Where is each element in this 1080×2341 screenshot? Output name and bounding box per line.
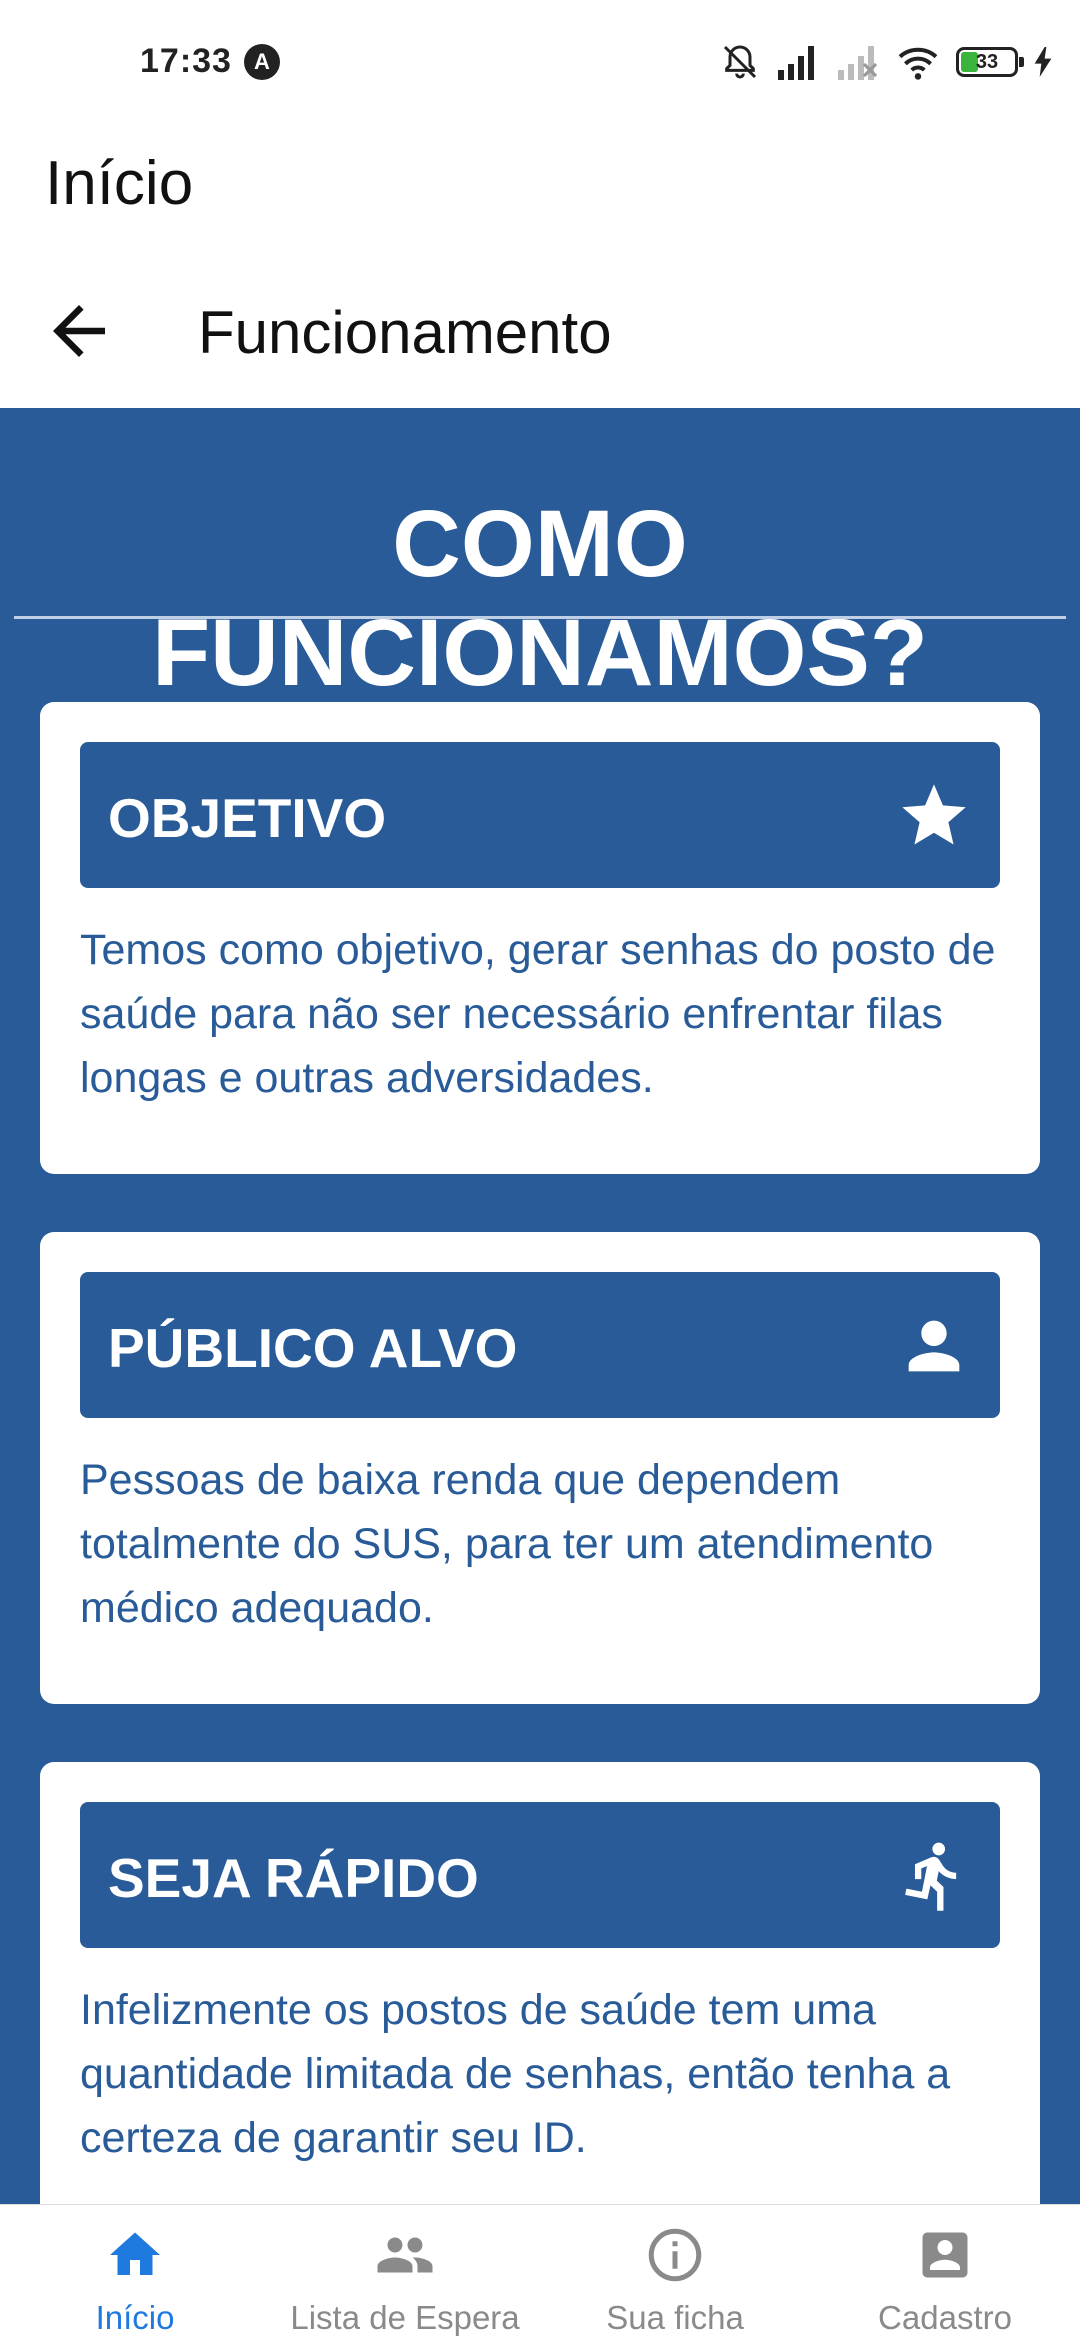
account-box-icon [922,2232,968,2278]
battery-icon: 33 [956,47,1024,77]
card-title: SEJA RÁPIDO [108,1847,479,1909]
card-text: Temos como objetivo, gerar senhas do pos… [80,926,996,1102]
battery-level: 33 [975,51,999,73]
card-text: Pessoas de baixa renda que dependem tota… [80,1456,934,1632]
info-icon [648,2228,702,2282]
tab-inicio[interactable]: Início [0,2205,270,2341]
person-icon [908,1320,960,1372]
wifi-icon [898,47,938,80]
tab-label: Lista de Espera [290,2299,520,2336]
home-icon [110,2232,160,2275]
card-seja-rapido: SEJA RÁPIDO Infelizmente os postos de sa… [40,1762,1040,2204]
status-icons: 33 [720,40,1052,84]
signal-no-service-icon [838,46,878,80]
running-person-icon [905,1842,957,1911]
card-objetivo: OBJETIVO Temos como objetivo, gerar senh… [40,702,1040,1174]
screen-title: Funcionamento [198,299,612,366]
card-title: PÚBLICO ALVO [108,1317,518,1379]
app-title: Início [45,149,194,218]
app-header: Início [0,126,1080,254]
app-notification-icon: A [244,44,280,80]
status-bar: 17:33 A 33 [0,0,1080,126]
bottom-navigation: Início Lista de Espera Sua ficha Cadastr… [0,2204,1080,2341]
card-title: OBJETIVO [108,787,387,849]
charging-icon [1034,47,1052,77]
card-header: OBJETIVO [80,742,1000,888]
content-area[interactable]: COMO FUNCIONAMOS? OBJETIVO Temos como ob… [0,408,1080,2204]
card-header: PÚBLICO ALVO [80,1272,1000,1418]
card-publico-alvo: PÚBLICO ALVO Pessoas de baixa renda que … [40,1232,1040,1704]
tab-cadastro[interactable]: Cadastro [810,2205,1080,2341]
status-time: 17:33 [140,42,232,80]
headline-divider [14,616,1066,619]
tab-label: Sua ficha [606,2299,744,2336]
star-icon [902,784,966,845]
screen-header: Funcionamento [0,254,1080,408]
tab-label: Início [95,2299,175,2336]
card-text: Infelizmente os postos de saúde tem uma … [80,1986,951,2162]
group-icon [377,2237,433,2273]
tab-lista-de-espera[interactable]: Lista de Espera [270,2205,540,2341]
bell-off-icon [723,45,757,79]
signal-icon [778,46,814,80]
card-header: SEJA RÁPIDO [80,1802,1000,1948]
tab-sua-ficha[interactable]: Sua ficha [540,2205,810,2341]
tab-label: Cadastro [878,2299,1012,2336]
arrow-left-icon[interactable] [40,292,118,370]
page-headline: COMO FUNCIONAMOS? [152,491,928,706]
